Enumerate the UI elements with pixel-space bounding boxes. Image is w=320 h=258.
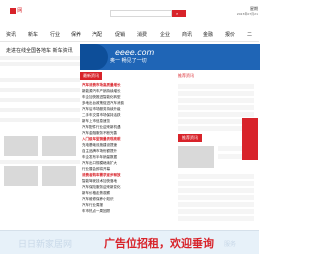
ad-right-text: 服务	[224, 241, 237, 248]
recommend-heading-2[interactable]: 推荐资讯	[178, 134, 202, 142]
ad-banner[interactable]: 日日新家居网 广告位招租，欢迎垂询 服务	[0, 230, 259, 254]
nav-item[interactable]: 促销	[115, 31, 125, 39]
promo-line	[0, 62, 80, 66]
nav-item[interactable]: 行业	[50, 31, 60, 39]
left-news-list	[0, 74, 80, 134]
recommend-line[interactable]	[178, 105, 254, 110]
left-line	[0, 88, 80, 92]
nav-item[interactable]: 资讯	[6, 31, 16, 39]
banner-arc	[80, 44, 108, 70]
recommend-thumbnail[interactable]	[178, 146, 214, 168]
recommend-line[interactable]	[178, 181, 254, 186]
left-line	[0, 98, 80, 102]
thumb-caption	[0, 160, 80, 164]
thumbnail-grid	[0, 136, 80, 188]
recommend-line[interactable]	[178, 84, 254, 89]
news-thumbnail[interactable]	[42, 166, 76, 186]
nav-item[interactable]: 二	[247, 31, 252, 39]
main-nav: 资讯 新车 行业 保养 汽配 促销 消费 企业 商讯 金融 报价 二	[0, 28, 259, 42]
promo-line	[0, 56, 80, 60]
recommend-line[interactable]	[178, 209, 254, 214]
recommend-line[interactable]	[178, 188, 254, 193]
banner-slogan: 奥一 畅见了一切	[110, 58, 147, 64]
search-input[interactable]	[110, 10, 172, 17]
ad-main-text: 广告位招租，欢迎垂询	[104, 237, 214, 250]
news-thumbnail[interactable]	[4, 136, 38, 156]
recommend-line[interactable]	[178, 112, 254, 117]
nav-item[interactable]: 报价	[225, 31, 235, 39]
recommend-line[interactable]	[178, 98, 254, 103]
side-float-button[interactable]	[242, 118, 258, 160]
news-thumbnail[interactable]	[4, 166, 38, 186]
nav-item[interactable]: 企业	[160, 31, 170, 39]
weekday-label: 星期	[250, 6, 258, 11]
nav-item[interactable]: 金融	[203, 31, 213, 39]
nav-item[interactable]: 商讯	[182, 31, 192, 39]
site-logo[interactable]: 网	[10, 7, 48, 15]
recommend-heading[interactable]: 推荐资讯	[178, 72, 202, 80]
left-line	[0, 78, 80, 82]
banner-brand: eeee.com	[115, 48, 155, 57]
logo-mark-icon	[10, 8, 16, 14]
top-header: 网 ⌕ 星期 2023年07月21	[0, 0, 259, 28]
search-icon: ⌕	[176, 11, 179, 16]
search-button[interactable]: ⌕	[172, 10, 186, 17]
nav-item[interactable]: 消费	[137, 31, 147, 39]
recommend-line[interactable]	[178, 174, 254, 179]
news-thumbnail[interactable]	[42, 136, 76, 156]
logo-suffix: 网	[17, 8, 23, 14]
latest-news-panel: 最新资讯 汽车消费市场高质量增长 新能源汽车产销持续增长 车企加快推进智能化转型…	[80, 72, 176, 232]
recommend-line[interactable]	[178, 195, 254, 200]
nav-item[interactable]: 汽配	[92, 31, 102, 39]
nav-item[interactable]: 新车	[28, 31, 38, 39]
promo-block: 走进在线全国各地车 新车资讯	[0, 44, 80, 72]
recommend-line[interactable]	[178, 216, 254, 221]
hero-banner[interactable]: eeee.com 奥一 畅见了一切	[80, 44, 260, 70]
left-line	[0, 118, 80, 122]
ad-left-text: 日日新家居网	[18, 240, 73, 250]
left-line	[0, 108, 80, 112]
recommend-line[interactable]	[178, 91, 254, 96]
recommend-line[interactable]	[178, 202, 254, 207]
date-label: 2023年07月21	[236, 12, 258, 16]
latest-news-heading[interactable]: 最新资讯	[80, 72, 102, 80]
nav-item[interactable]: 保养	[71, 31, 81, 39]
promo-text[interactable]: 走进在线全国各地车 新车资讯	[6, 47, 73, 54]
news-item[interactable]: 车市热点一周回顾	[82, 208, 174, 214]
